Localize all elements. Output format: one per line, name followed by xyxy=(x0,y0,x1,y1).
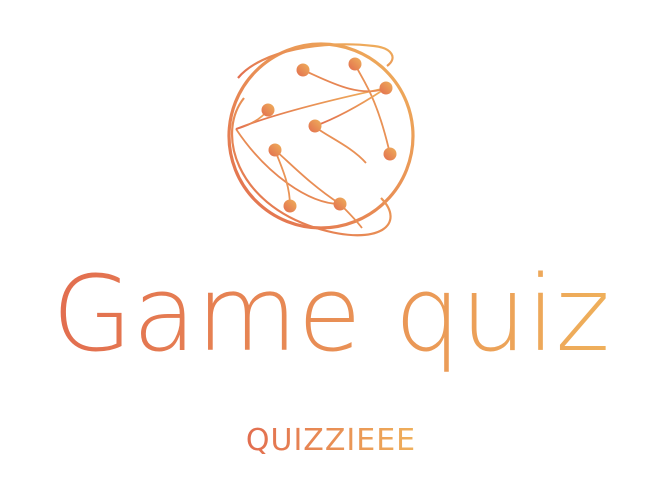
network-globe-icon xyxy=(216,38,426,238)
title-text: Game quiz xyxy=(52,253,610,375)
subtitle: QUIZZIEEE xyxy=(0,418,662,462)
subtitle-text: QUIZZIEEE xyxy=(246,423,416,458)
page-title: Game quiz xyxy=(0,250,662,390)
